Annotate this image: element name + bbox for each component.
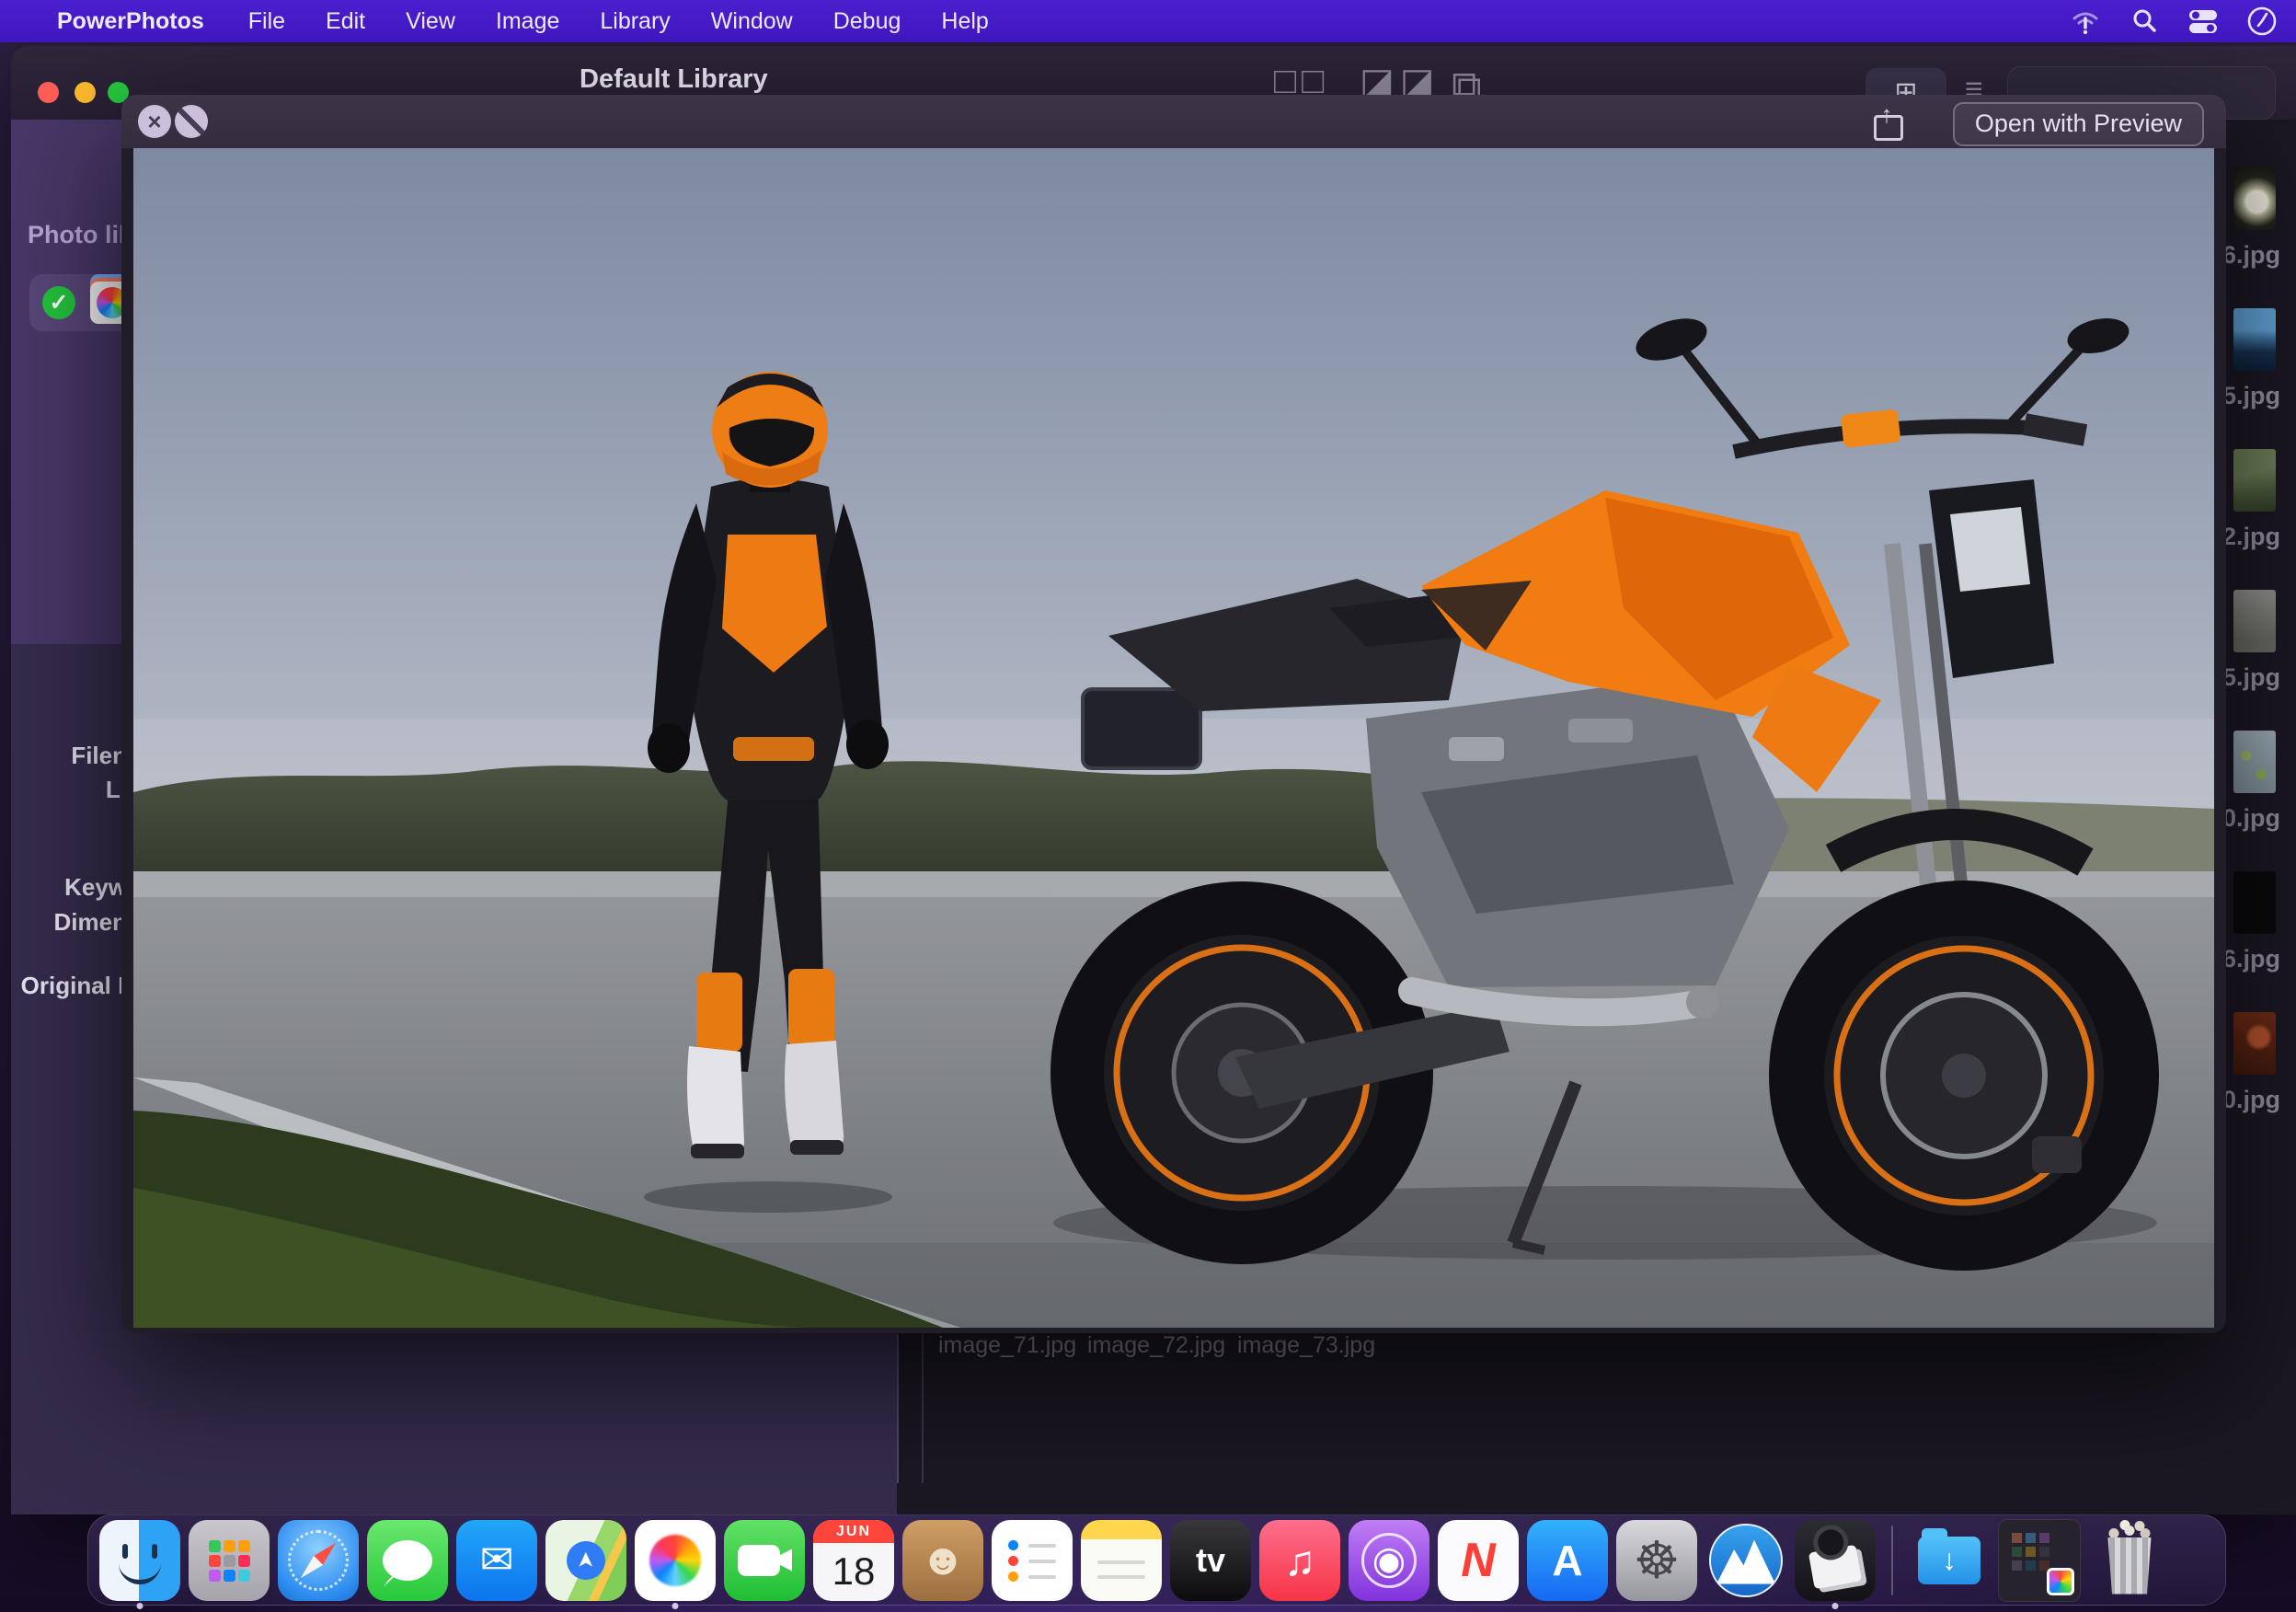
photo-filename: image_71.jpg	[938, 1332, 1076, 1359]
dock-mail[interactable]: ✉	[456, 1520, 537, 1601]
menu-image[interactable]: Image	[476, 8, 580, 35]
dock-system-settings[interactable]: ☸	[1616, 1520, 1697, 1601]
dock-notes[interactable]	[1081, 1520, 1162, 1601]
search-icon[interactable]	[2129, 6, 2160, 37]
info-label-dimensions: Dimen	[18, 908, 127, 937]
info-label-original-file: Original F	[13, 972, 132, 1000]
photo-filename: 6.jpg	[2222, 945, 2296, 973]
photo-filename: image_73.jpg	[1237, 1332, 1375, 1359]
photo-filename: 5.jpg	[2222, 663, 2296, 692]
photo-thumbnail[interactable]	[2233, 871, 2276, 934]
window-title: Default Library	[580, 64, 768, 95]
dock: ✉ ➤ JUN 18 ☻ tv ♫ ◉ N A ☸ ↓	[87, 1514, 2226, 1606]
photo-thumbnail[interactable]	[2233, 1012, 2276, 1075]
quicklook-window: × ↑ Open with Preview	[121, 95, 2226, 1333]
dock-photos[interactable]	[635, 1520, 716, 1601]
photo-filename: 5.jpg	[2222, 382, 2296, 410]
menu-edit[interactable]: Edit	[305, 8, 385, 35]
dock-messages[interactable]	[367, 1520, 448, 1601]
photo-thumbnail[interactable]	[2233, 731, 2276, 793]
minimize-window-button[interactable]	[75, 82, 96, 103]
calendar-day: 18	[832, 1543, 876, 1601]
dock-launchpad[interactable]	[189, 1520, 270, 1601]
dock-downloads-folder[interactable]: ↓	[1909, 1520, 1990, 1601]
app-menu[interactable]: PowerPhotos	[57, 8, 228, 35]
info-label-filename: Filen	[18, 742, 127, 770]
close-icon[interactable]: ×	[138, 105, 171, 138]
menu-debug[interactable]: Debug	[813, 8, 922, 35]
sidebar-header: Photo lib	[28, 221, 133, 249]
dock-trash[interactable]	[2089, 1520, 2170, 1601]
menu-help[interactable]: Help	[921, 8, 1008, 35]
screen: Default Library □□ ◪◪ ⧉ ⊞ ≡ Photo lib ✓ …	[0, 0, 2296, 1612]
dock-finder[interactable]	[99, 1520, 180, 1601]
photo-filename: 2.jpg	[2222, 523, 2296, 551]
open-with-preview-button[interactable]: Open with Preview	[1953, 102, 2204, 146]
panel-divider[interactable]	[897, 1334, 899, 1483]
menu-view[interactable]: View	[385, 8, 476, 35]
dock-app-store[interactable]: A	[1527, 1520, 1608, 1601]
running-indicator	[137, 1603, 144, 1609]
fullscreen-icon[interactable]	[175, 105, 208, 138]
dock-mountain-app[interactable]	[1705, 1520, 1786, 1601]
dock-music[interactable]: ♫	[1259, 1520, 1340, 1601]
share-arrow: ↑	[1871, 100, 1902, 129]
running-indicator	[1832, 1603, 1839, 1609]
photo-filename: 0.jpg	[2222, 1086, 2296, 1114]
quicklook-titlebar[interactable]: × ↑ Open with Preview	[121, 95, 2226, 149]
dock-safari[interactable]	[278, 1520, 359, 1601]
dock-podcasts[interactable]: ◉	[1349, 1520, 1429, 1601]
close-window-button[interactable]	[38, 82, 59, 103]
dock-powerphotos[interactable]	[1795, 1520, 1876, 1601]
calendar-month: JUN	[813, 1520, 894, 1543]
running-indicator	[672, 1603, 679, 1609]
grid-scrollbar[interactable]	[922, 1334, 924, 1483]
menu-file[interactable]: File	[228, 8, 305, 35]
motorcycle-photo-illustration	[133, 148, 2214, 1328]
info-label-library: Li	[18, 776, 127, 804]
photo-thumbnail[interactable]	[2233, 590, 2276, 652]
photo-filename: 6.jpg	[2222, 241, 2296, 270]
info-label-keywords: Keyw	[18, 873, 127, 902]
share-icon[interactable]: ↑	[1871, 106, 1902, 137]
menu-window[interactable]: Window	[691, 8, 813, 35]
dock-facetime[interactable]	[724, 1520, 805, 1601]
dock-contacts[interactable]: ☻	[902, 1520, 983, 1601]
photo-filename: image_72.jpg	[1087, 1332, 1225, 1359]
photo-thumbnail[interactable]	[2233, 308, 2276, 371]
dock-tv[interactable]: tv	[1170, 1520, 1251, 1601]
control-center-icon[interactable]	[2187, 6, 2219, 37]
preview-photo-motorcycle	[133, 148, 2214, 1328]
photo-filename: 0.jpg	[2222, 804, 2296, 833]
menu-bar: PowerPhotos File Edit View Image Library…	[0, 0, 2296, 42]
dock-calendar[interactable]: JUN 18	[813, 1520, 894, 1601]
dock-maps[interactable]: ➤	[545, 1520, 626, 1601]
wifi-warning-icon[interactable]	[2070, 6, 2101, 37]
clock-icon[interactable]	[2246, 6, 2278, 37]
photo-thumbnail[interactable]	[2233, 167, 2276, 230]
photo-thumbnail[interactable]	[2233, 449, 2276, 512]
menu-library[interactable]: Library	[580, 8, 690, 35]
dock-reminders[interactable]	[992, 1520, 1073, 1601]
checkmark-icon: ✓	[42, 286, 75, 319]
dock-minimized-window[interactable]	[1998, 1519, 2081, 1602]
dock-separator	[1891, 1526, 1893, 1595]
dock-news[interactable]: N	[1438, 1520, 1519, 1601]
